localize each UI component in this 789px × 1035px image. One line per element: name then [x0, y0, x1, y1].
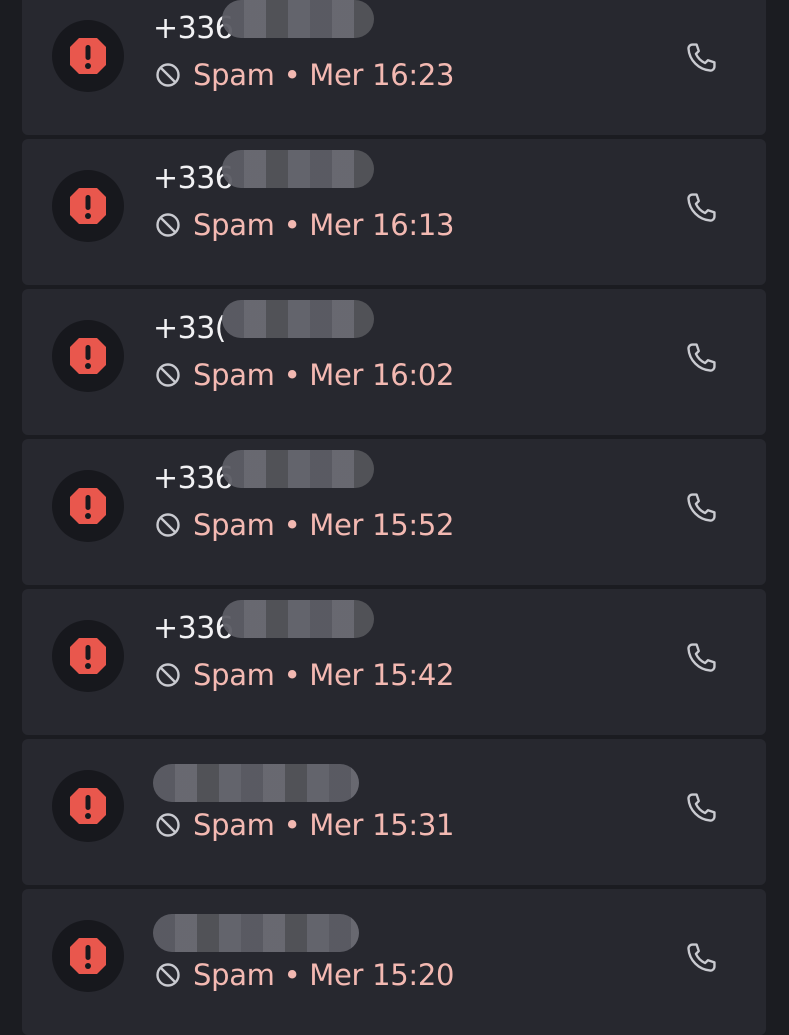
avatar	[52, 470, 124, 542]
call-time: 16:23	[372, 58, 455, 92]
call-log-item[interactable]: +336 Spam • Mer 15:52	[22, 439, 766, 585]
call-log-item[interactable]: Spam • Mer 15:20	[22, 889, 766, 1035]
block-icon	[156, 813, 180, 837]
phone-icon	[687, 43, 716, 72]
call-day: Mer	[309, 358, 364, 392]
call-back-button[interactable]	[675, 32, 727, 84]
block-icon	[156, 63, 180, 87]
caller-number: +33(	[153, 311, 227, 346]
call-meta: Spam • Mer 15:52	[155, 508, 454, 542]
avatar	[52, 770, 124, 842]
separator-dot: •	[283, 358, 301, 392]
alert-exclamation-icon	[70, 938, 106, 974]
call-log-item[interactable]: +336 Spam • Mer 16:13	[22, 139, 766, 285]
avatar	[52, 170, 124, 242]
call-day: Mer	[309, 208, 364, 242]
phone-icon	[687, 493, 716, 522]
spam-label: Spam	[193, 208, 275, 242]
separator-dot: •	[283, 658, 301, 692]
block-icon	[156, 363, 180, 387]
spam-label: Spam	[193, 658, 275, 692]
alert-exclamation-icon	[70, 38, 106, 74]
spam-label: Spam	[193, 808, 275, 842]
call-time: 15:52	[372, 508, 455, 542]
call-log-item[interactable]: +33( Spam • Mer 16:02	[22, 289, 766, 435]
call-log-item[interactable]: Spam • Mer 15:31	[22, 739, 766, 885]
avatar	[52, 20, 124, 92]
separator-dot: •	[283, 208, 301, 242]
separator-dot: •	[283, 808, 301, 842]
call-day: Mer	[309, 808, 364, 842]
call-meta: Spam • Mer 15:31	[155, 808, 454, 842]
call-day: Mer	[309, 658, 364, 692]
separator-dot: •	[283, 58, 301, 92]
avatar	[52, 620, 124, 692]
phone-icon	[687, 643, 716, 672]
alert-exclamation-icon	[70, 638, 106, 674]
call-time: 16:02	[372, 358, 455, 392]
block-icon	[156, 213, 180, 237]
spam-label: Spam	[193, 508, 275, 542]
call-log-item[interactable]: +336 Spam • Mer 16:23	[22, 0, 766, 135]
redacted-number-mask	[222, 300, 374, 338]
block-icon	[156, 963, 180, 987]
call-meta: Spam • Mer 15:20	[155, 958, 454, 992]
call-log-list: +336 Spam • Mer 16:23 +336 Spam • Mer 16…	[0, 0, 789, 1035]
call-back-button[interactable]	[675, 932, 727, 984]
call-back-button[interactable]	[675, 632, 727, 684]
redacted-number-mask	[153, 764, 359, 802]
redacted-number-mask	[153, 914, 359, 952]
call-time: 15:42	[372, 658, 455, 692]
avatar	[52, 320, 124, 392]
call-meta: Spam • Mer 16:13	[155, 208, 454, 242]
call-meta: Spam • Mer 15:42	[155, 658, 454, 692]
block-icon	[156, 513, 180, 537]
spam-label: Spam	[193, 958, 275, 992]
call-time: 15:31	[372, 808, 455, 842]
alert-exclamation-icon	[70, 188, 106, 224]
call-back-button[interactable]	[675, 182, 727, 234]
phone-icon	[687, 793, 716, 822]
alert-exclamation-icon	[70, 788, 106, 824]
redacted-number-mask	[222, 150, 374, 188]
alert-exclamation-icon	[70, 338, 106, 374]
spam-label: Spam	[193, 58, 275, 92]
spam-label: Spam	[193, 358, 275, 392]
redacted-number-mask	[222, 600, 374, 638]
call-back-button[interactable]	[675, 332, 727, 384]
redacted-number-mask	[222, 0, 374, 38]
phone-icon	[687, 943, 716, 972]
call-log-item[interactable]: +336 Spam • Mer 15:42	[22, 589, 766, 735]
call-time: 15:20	[372, 958, 455, 992]
call-back-button[interactable]	[675, 782, 727, 834]
avatar	[52, 920, 124, 992]
call-meta: Spam • Mer 16:02	[155, 358, 454, 392]
call-back-button[interactable]	[675, 482, 727, 534]
call-day: Mer	[309, 508, 364, 542]
phone-icon	[687, 343, 716, 372]
call-day: Mer	[309, 58, 364, 92]
separator-dot: •	[283, 508, 301, 542]
phone-icon	[687, 193, 716, 222]
redacted-number-mask	[222, 450, 374, 488]
alert-exclamation-icon	[70, 488, 106, 524]
separator-dot: •	[283, 958, 301, 992]
call-meta: Spam • Mer 16:23	[155, 58, 454, 92]
block-icon	[156, 663, 180, 687]
call-day: Mer	[309, 958, 364, 992]
call-time: 16:13	[372, 208, 455, 242]
